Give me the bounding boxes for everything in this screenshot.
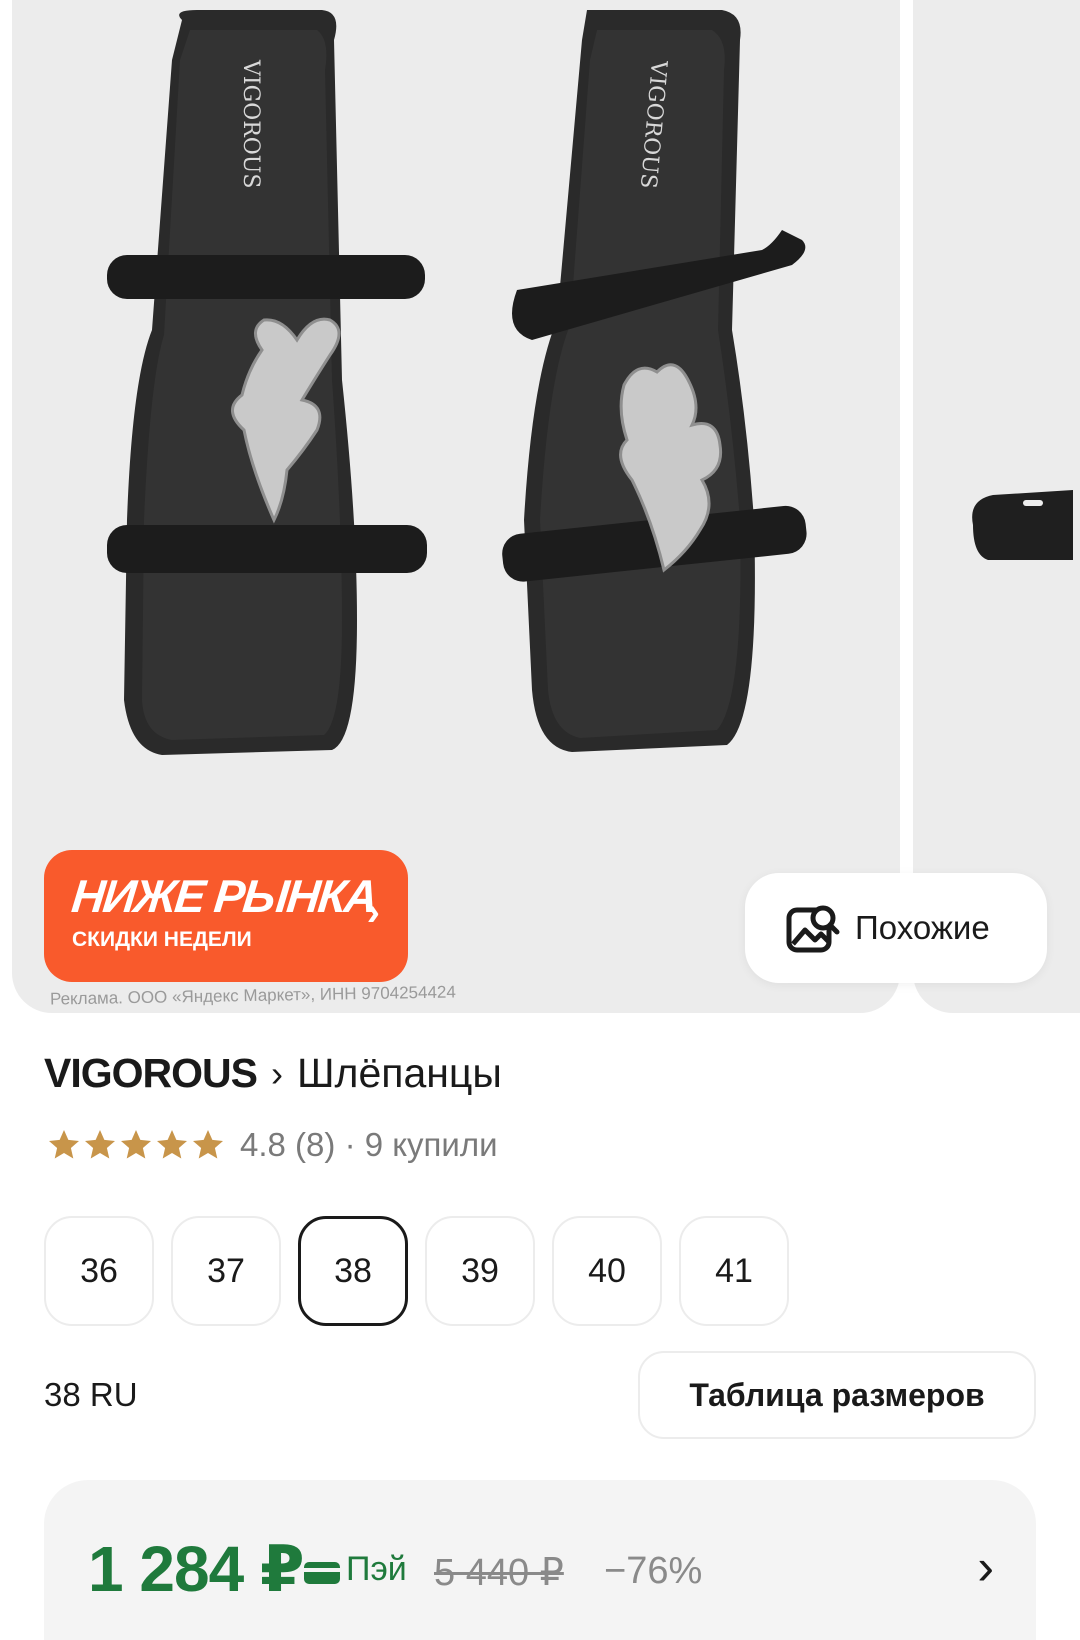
size-option[interactable]: 41 [679, 1216, 789, 1326]
size-option-selected[interactable]: 38 [298, 1216, 408, 1326]
price-card[interactable]: 1 284 ₽ Пэй 5 440 ₽ −76% › [44, 1480, 1036, 1640]
chevron-right-icon: › [977, 1539, 994, 1595]
star-icon [49, 1130, 79, 1159]
current-price: 1 284 ₽ [88, 1533, 304, 1605]
chevron-right-icon: › [270, 1052, 283, 1094]
card-icon [304, 1562, 340, 1584]
next-photo-peek[interactable] [913, 0, 1080, 1013]
rating-value: 4.8 [240, 1126, 286, 1163]
pay-label: Пэй [346, 1550, 407, 1588]
star-icon [85, 1130, 115, 1159]
chevron-right-icon: › [366, 890, 380, 934]
similar-label: Похожие [855, 909, 990, 946]
size-option[interactable]: 39 [425, 1216, 535, 1326]
selected-size-label: 38 RU [44, 1376, 138, 1413]
rating-row[interactable]: 4.8 (8) · 9 купили [46, 1126, 498, 1164]
star-icon [193, 1130, 223, 1159]
next-photo-image [972, 490, 1073, 560]
size-selector: 36 37 38 39 40 41 [44, 1216, 806, 1326]
review-count: (8) [295, 1126, 336, 1163]
promo-banner[interactable]: НИЖЕ РЫНКА СКИДКИ НЕДЕЛИ › [44, 850, 408, 982]
image-search-icon [786, 905, 840, 953]
size-table-button[interactable]: Таблица размеров [638, 1351, 1036, 1439]
product-gallery[interactable]: VIGOROUS VIGOROUS НИЖЕ РЫНКА СКИДКИ НЕДЕ… [0, 0, 1080, 1015]
discount-badge: −76% [604, 1550, 703, 1592]
size-option[interactable]: 36 [44, 1216, 154, 1326]
vigorous-logo-left: VIGOROUS [238, 59, 263, 188]
old-price: 5 440 ₽ [434, 1552, 564, 1594]
category-link[interactable]: Шлёпанцы [297, 1050, 502, 1097]
promo-title: НИЖЕ РЫНКА [69, 870, 379, 922]
brand-link[interactable]: VIGOROUS [44, 1050, 258, 1097]
size-option[interactable]: 37 [171, 1216, 281, 1326]
rating-stars [46, 1127, 226, 1163]
purchase-count: · 9 купили [344, 1126, 498, 1163]
star-icon [121, 1130, 151, 1159]
similar-button[interactable]: Похожие [745, 873, 1047, 983]
star-icon [157, 1130, 187, 1159]
product-title: VIGOROUS › Шлёпанцы [44, 1050, 502, 1097]
promo-subtitle: СКИДКИ НЕДЕЛИ [72, 928, 252, 951]
size-option[interactable]: 40 [552, 1216, 662, 1326]
